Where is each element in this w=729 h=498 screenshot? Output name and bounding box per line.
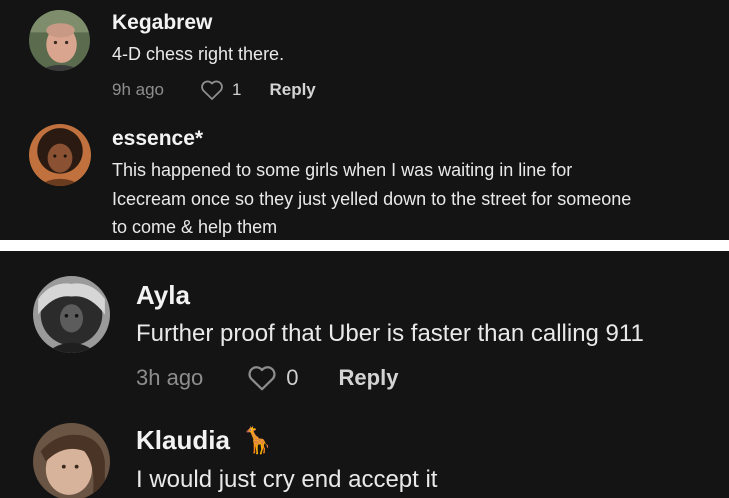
person-avatar-icon [33,423,110,498]
avatar-kegabrew[interactable] [29,10,90,71]
comment-username[interactable]: essence* [112,127,203,151]
comment-timestamp: 9h ago [112,80,164,99]
comment-text: Further proof that Uber is faster than c… [136,320,644,347]
person-avatar-icon [33,276,110,353]
comment-text-line-1: This happened to some girls when I was w… [112,160,573,180]
like-count: 1 [232,80,242,99]
avatar-essence[interactable] [29,124,91,186]
comment-username[interactable]: Kegabrew [112,11,212,35]
like-heart-icon[interactable] [247,364,277,392]
like-count: 0 [286,365,299,390]
comment-username[interactable]: Ayla [136,280,190,311]
comment-username-row: Klaudia 🦒 [136,425,274,456]
comment-text: 4-D chess right there. [112,44,285,64]
giraffe-emoji-icon: 🦒 [241,425,274,455]
avatar-klaudia[interactable] [33,423,110,498]
reply-button[interactable]: Reply [339,365,399,391]
comment-text-line-2: Icecream once so they just yelled down t… [112,189,632,209]
like-heart-icon[interactable] [200,79,224,101]
comment-text: I would just cry end accept it [136,466,438,493]
comments-panel-bottom: Ayla Further proof that Uber is faster t… [0,251,729,498]
avatar-ayla[interactable] [33,276,110,353]
comment-meta-row: 9h ago 1 Reply [112,79,316,101]
person-avatar-icon [29,124,91,186]
comment-meta-row: 3h ago 0 Reply [136,364,398,392]
reply-button[interactable]: Reply [269,80,315,100]
comment-username[interactable]: Klaudia [136,425,230,455]
person-avatar-icon [29,10,90,71]
comments-panel-top: Kegabrew 4-D chess right there. 9h ago 1… [0,0,729,240]
comment-text-line-3: to come & help them [112,217,278,237]
comment-timestamp: 3h ago [136,365,204,390]
